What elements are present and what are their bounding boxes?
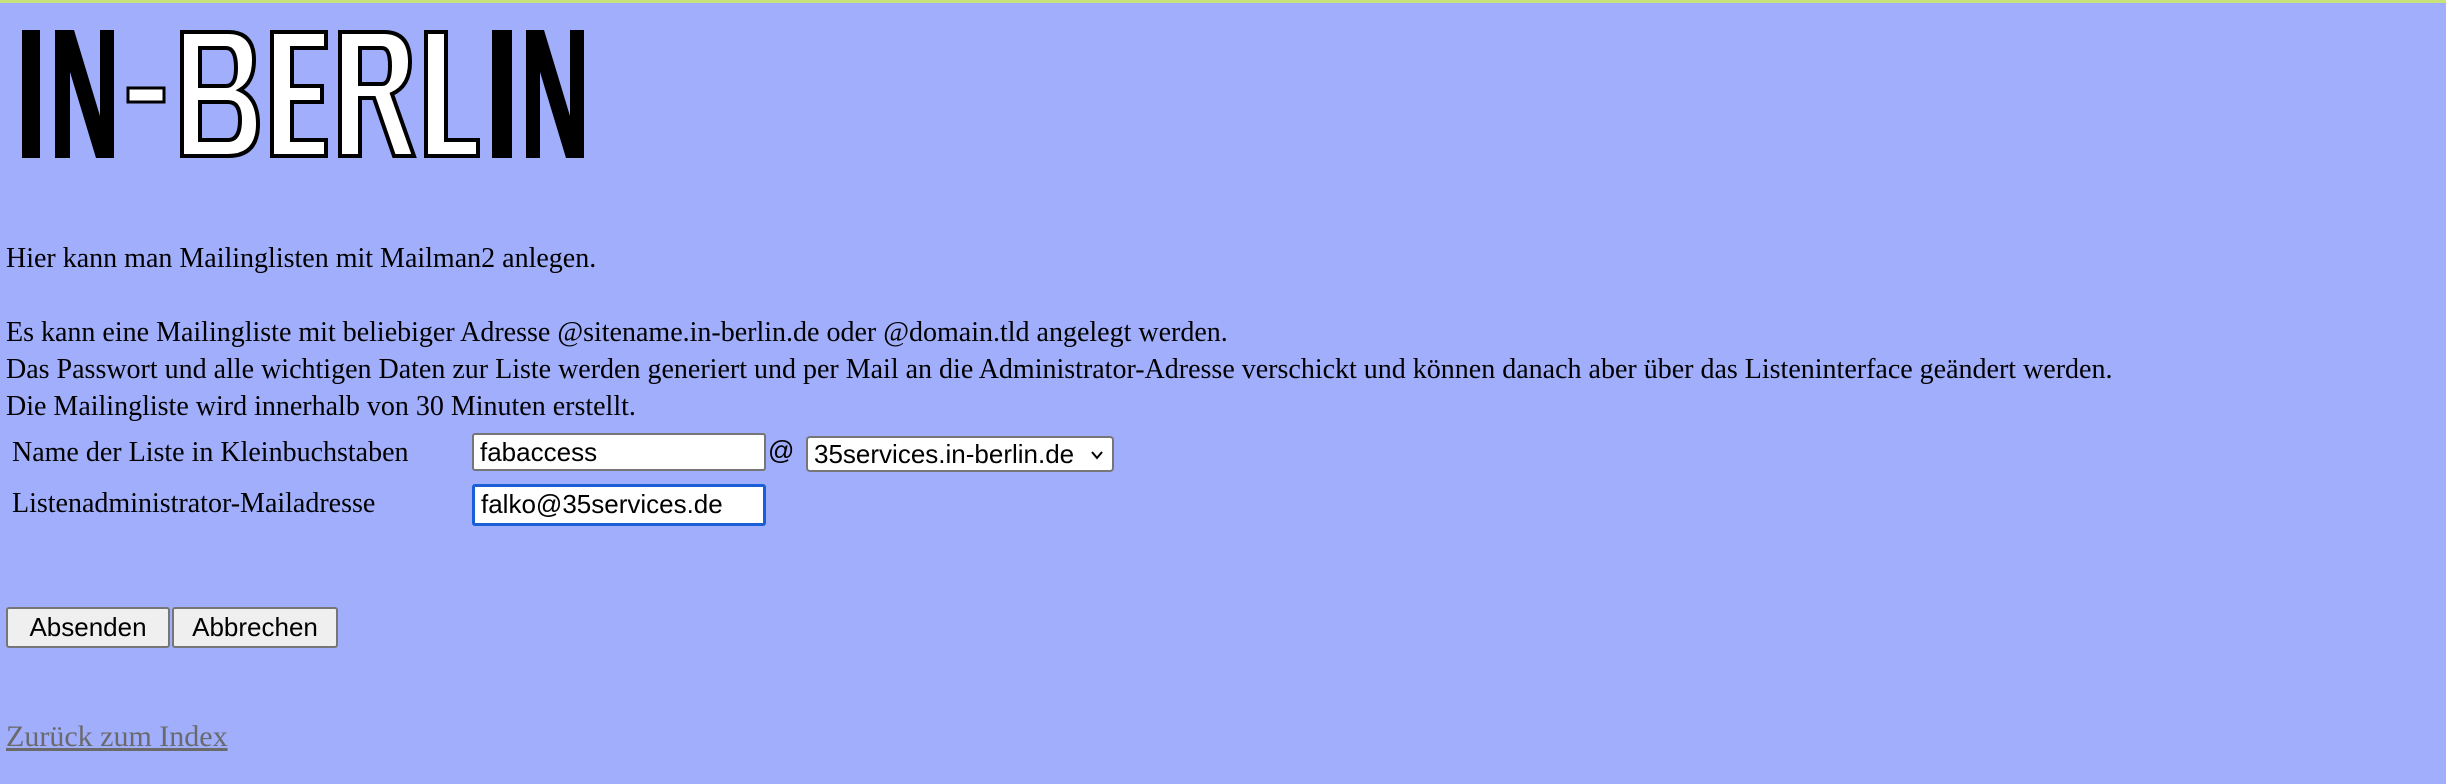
intro-text-4: Die Mailingliste wird innerhalb von 30 M… [6, 391, 636, 422]
intro-text-3: Das Passwort und alle wichtigen Daten zu… [6, 354, 2113, 385]
admin-email-label: Listenadministrator-Mailadresse [12, 488, 376, 519]
in-berlin-logo [22, 30, 584, 158]
list-name-input[interactable]: fabaccess [472, 433, 766, 471]
back-to-index-link[interactable]: Zurück zum Index [6, 719, 228, 755]
submit-button[interactable]: Absenden [6, 607, 170, 648]
admin-email-input[interactable]: falko@35services.de [472, 484, 766, 526]
at-sign: @ [768, 435, 795, 465]
chevron-down-icon [1091, 451, 1103, 460]
domain-select[interactable]: 35services.in-berlin.de [806, 436, 1114, 472]
cancel-button[interactable]: Abbrechen [172, 607, 338, 648]
domain-selected-value: 35services.in-berlin.de [814, 439, 1075, 469]
intro-text-2: Es kann eine Mailingliste mit beliebiger… [6, 317, 1228, 348]
intro-text-1: Hier kann man Mailinglisten mit Mailman2… [6, 243, 597, 274]
list-name-label: Name der Liste in Kleinbuchstaben [12, 437, 409, 468]
